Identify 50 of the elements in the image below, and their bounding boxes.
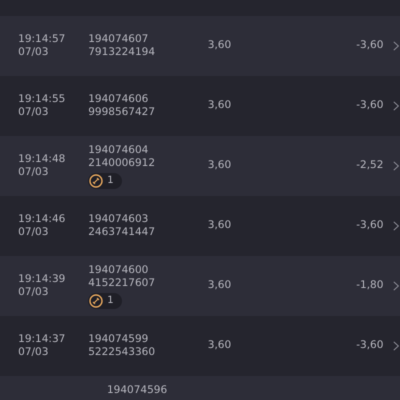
bet-date: 07/03 xyxy=(18,46,50,60)
stake-amount: 3,60 xyxy=(208,279,232,293)
bet-reference: 5222543360 xyxy=(88,346,156,360)
bet-id: 194074603 xyxy=(88,212,150,226)
bet-time: 19:14:46 xyxy=(18,212,66,226)
bet-date: 07/03 xyxy=(18,286,50,300)
bet-date: 07/03 xyxy=(18,166,50,180)
chevron-right-icon xyxy=(393,280,400,292)
bet-id: 194074604 xyxy=(88,144,150,157)
bet-time: 19:14:37 xyxy=(18,332,66,346)
bet-reference: 9998567427 xyxy=(88,106,156,120)
result-amount: -3,60 xyxy=(355,219,384,233)
chevron-right-icon xyxy=(393,220,400,232)
chevron-right-icon xyxy=(393,160,400,172)
bet-reference: 2140006912 xyxy=(88,157,156,170)
bet-row[interactable]: 194074596 xyxy=(0,376,400,400)
coin-icon xyxy=(89,174,104,188)
bet-date: 07/03 xyxy=(18,106,50,120)
bet-reference: 2463741447 xyxy=(88,226,156,240)
result-amount: -3,60 xyxy=(355,39,384,53)
chevron-right-icon xyxy=(393,100,400,112)
bet-row[interactable]: 19:14:48 07/03 194074604 2140006912 1 3,60 -2,52 xyxy=(0,136,400,196)
bet-time: 19:14:57 xyxy=(18,32,66,46)
stake-amount: 3,60 xyxy=(208,99,232,113)
chevron-right-icon xyxy=(393,340,400,352)
bonus-badge: 1 xyxy=(88,292,122,308)
bet-time: 19:14:39 xyxy=(18,272,66,286)
bet-row[interactable]: 19:14:39 07/03 194074600 4152217607 1 3,60 -1,80 xyxy=(0,256,400,316)
bet-id: 194074600 xyxy=(88,264,150,277)
stake-amount: 3,60 xyxy=(208,159,232,173)
bet-reference: 7913224194 xyxy=(88,46,156,60)
result-amount: -3,60 xyxy=(355,339,384,353)
stake-amount: 3,60 xyxy=(208,219,232,233)
chevron-right-icon xyxy=(393,40,400,52)
coin-icon xyxy=(89,294,104,308)
bet-date: 07/03 xyxy=(18,226,50,240)
bonus-badge: 1 xyxy=(88,172,122,188)
bet-id: 194074606 xyxy=(88,92,150,106)
bet-time: 19:14:55 xyxy=(18,92,66,106)
bet-id: 194074607 xyxy=(88,32,150,46)
result-amount: -2,52 xyxy=(355,159,384,173)
bet-reference: 4152217607 xyxy=(88,277,156,290)
stake-amount: 3,60 xyxy=(208,39,232,53)
bet-row[interactable]: 19:14:57 07/03 194074607 7913224194 3,60 -3,60 xyxy=(0,16,400,76)
bet-date: 07/03 xyxy=(18,346,50,360)
bet-time: 19:14:48 xyxy=(18,152,66,166)
stake-amount: 3,60 xyxy=(208,339,232,353)
result-amount: -3,60 xyxy=(355,99,384,113)
result-amount: -1,80 xyxy=(355,279,384,293)
bet-id: 194074599 xyxy=(88,332,150,346)
